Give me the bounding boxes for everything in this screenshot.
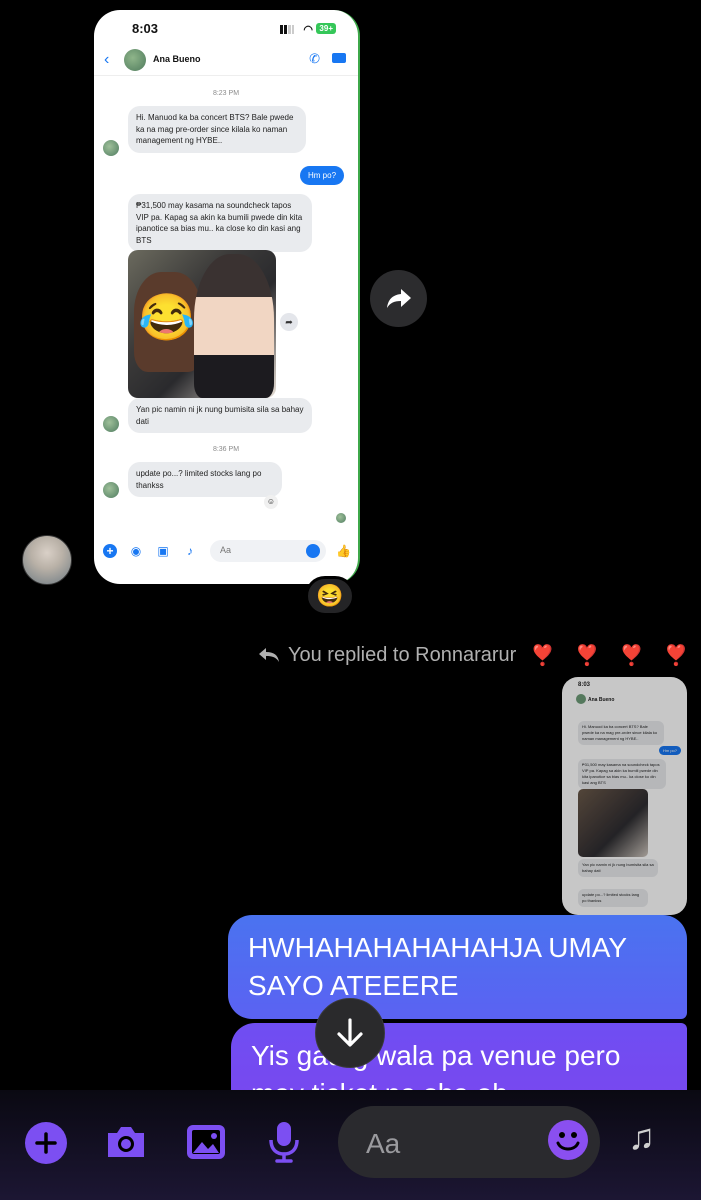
reply-header: You replied to Ronnararur ❣️ ❣️ ❣️ ❣️ — [258, 642, 699, 668]
sent-message-bubble[interactable]: HWHAHAHAHAHAHJA UMAY SAYO ATEEERE — [228, 915, 687, 1019]
heart-icon: ❣️ — [574, 644, 604, 667]
sent-bubble: Hm po? — [300, 166, 345, 185]
message-bubble: Yan pic namin ni jk nung bumisita sila s… — [578, 859, 658, 877]
wifi-icon: ◠ — [303, 24, 313, 36]
shared-screenshot[interactable]: 8:03 ◠ 39+ ‹ Ana Bueno ✆ 8:23 PM Hi. Man… — [94, 10, 360, 584]
shared-photo: 😂 — [128, 250, 276, 398]
music-notes-icon[interactable]: ♫ — [628, 1116, 655, 1158]
gallery-icon — [187, 1125, 225, 1159]
camera-icon: ◉ — [130, 544, 142, 558]
message-input-placeholder: Aa — [366, 1128, 401, 1159]
like-icon: 👍 — [336, 544, 351, 558]
shared-photo — [578, 789, 648, 857]
reply-arrow-icon — [259, 648, 279, 662]
emoji-button[interactable] — [548, 1120, 588, 1160]
plus-icon: + — [103, 544, 117, 558]
timestamp: 8:23 PM — [212, 90, 240, 97]
message-bubble: update po...? limited stocks lang po tha… — [128, 462, 282, 497]
hearts: ❣️ ❣️ ❣️ ❣️ — [530, 643, 698, 668]
battery-icon: 39+ — [316, 23, 336, 34]
message-bubble: Hi. Manuod ka ba concert BTS? Bale pwede… — [128, 106, 306, 153]
seen-avatar — [336, 513, 346, 523]
message-bubble: ₱31,500 may kasama na soundcheck tapos V… — [128, 194, 312, 252]
sent-bubble: Hm po? — [658, 746, 681, 755]
message-bubble: ₱31,500 may kasama na soundcheck tapos V… — [578, 759, 666, 789]
sender-avatar — [103, 416, 119, 432]
gallery-button[interactable] — [184, 1120, 228, 1164]
contact-name: Ana Bueno — [588, 697, 615, 703]
heart-icon: ❣️ — [530, 644, 560, 667]
status-time: 8:03 — [578, 682, 591, 688]
scroll-to-bottom-button[interactable] — [315, 998, 385, 1068]
sender-avatar — [103, 140, 119, 156]
signal-icon — [280, 25, 294, 34]
microphone-icon — [269, 1122, 299, 1163]
message-bubble: Hi. Manuod ka ba concert BTS? Bale pwede… — [578, 721, 664, 745]
laughing-emoji-icon: 😂 — [138, 291, 196, 343]
message-bubble: Yan pic namin ni jk nung bumisita sila s… — [128, 398, 312, 433]
camera-icon — [108, 1127, 144, 1157]
emoji-icon — [556, 1132, 580, 1151]
message-bubble: update po...? limited stocks lang po tha… — [578, 889, 648, 907]
phone-icon: ✆ — [309, 51, 320, 66]
gallery-icon: ▣ — [157, 544, 169, 558]
timestamp: 8:36 PM — [212, 446, 240, 453]
back-icon: ‹ — [104, 51, 110, 68]
replied-screenshot-thumbnail[interactable]: 8:03 Ana Bueno Hi. Manuod ka ba concert … — [562, 677, 687, 915]
video-icon — [332, 53, 346, 63]
forward-icon: ➦ — [280, 313, 298, 331]
emoji-icon — [306, 544, 320, 558]
avatar — [124, 49, 146, 71]
status-bar: 8:03 ◠ 39+ — [94, 10, 358, 44]
conversation-header: ‹ Ana Bueno ✆ — [94, 44, 358, 76]
forward-button[interactable] — [370, 270, 427, 327]
microphone-button[interactable] — [262, 1120, 306, 1164]
reaction-icon: ☺ — [264, 495, 278, 509]
heart-icon: ❣️ — [619, 644, 649, 667]
arrow-down-icon — [337, 1018, 363, 1047]
screenshot-composer: + ◉ ▣ ♪ Aa 👍 — [94, 534, 358, 570]
plus-icon — [35, 1132, 57, 1154]
sender-avatar[interactable] — [22, 535, 72, 585]
sender-avatar — [103, 482, 119, 498]
share-arrow-icon — [386, 288, 411, 308]
camera-button[interactable] — [104, 1120, 148, 1164]
contact-name: Ana Bueno — [153, 54, 201, 64]
microphone-icon: ♪ — [187, 544, 193, 558]
heart-icon: ❣️ — [663, 644, 693, 667]
message-reaction[interactable]: 😆 — [305, 576, 355, 616]
reply-header-text: You replied to Ronnararur — [288, 643, 517, 666]
avatar — [576, 694, 586, 704]
status-time: 8:03 — [132, 21, 159, 36]
plus-button[interactable] — [25, 1122, 67, 1164]
